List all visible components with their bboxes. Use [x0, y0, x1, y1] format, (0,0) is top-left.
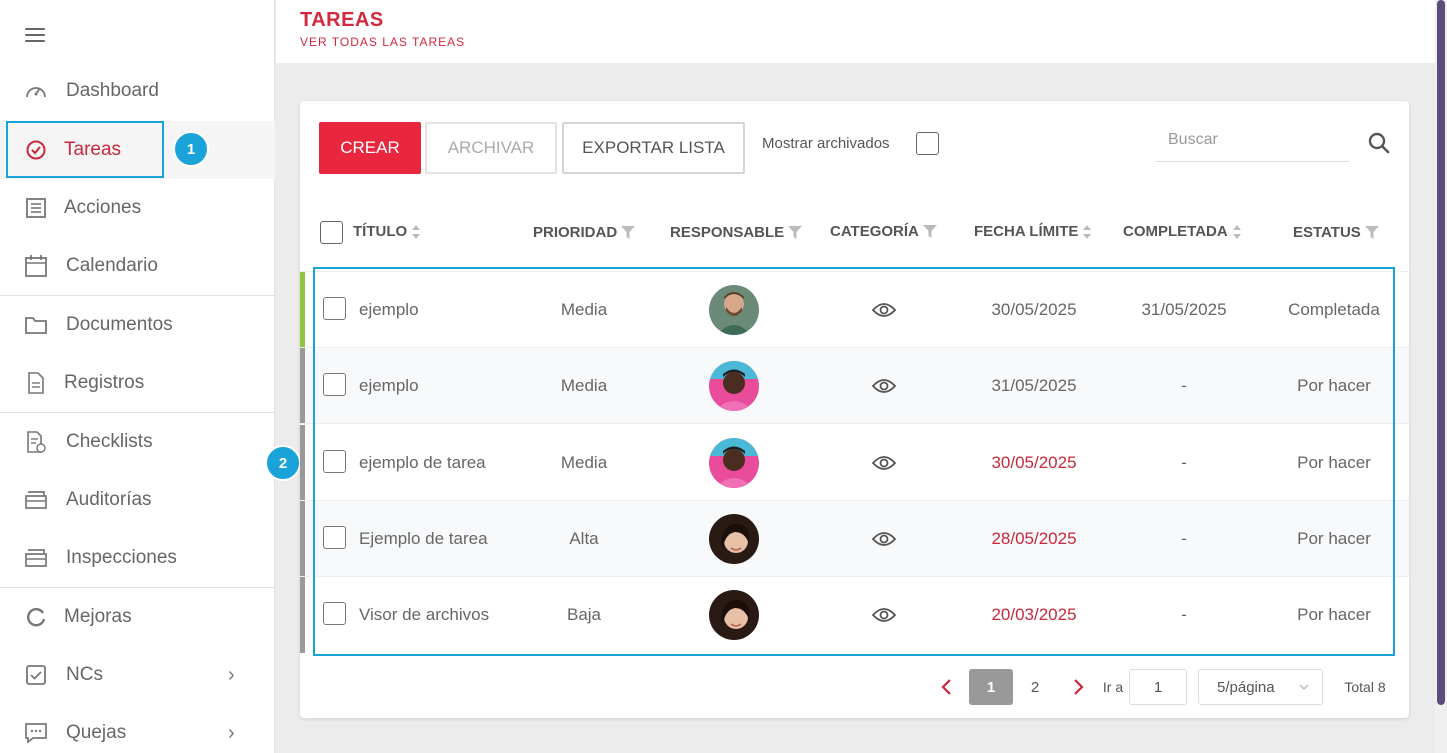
chevron-down-icon	[1299, 684, 1309, 690]
column-header-responsable[interactable]: RESPONSABLE	[670, 224, 803, 241]
status-bar	[300, 348, 305, 424]
sort-icon	[412, 224, 421, 239]
sidebar-item-acciones[interactable]: Acciones	[0, 179, 275, 237]
status-bar	[300, 501, 305, 577]
column-header-completada[interactable]: COMPLETADA	[1123, 223, 1242, 240]
sidebar-item-mejoras[interactable]: Mejoras	[0, 588, 275, 646]
scrollbar[interactable]	[1435, 0, 1447, 753]
sidebar-item-ncs[interactable]: NCs ›	[0, 646, 275, 704]
column-label: CATEGORÍA	[830, 223, 919, 240]
crear-button[interactable]: CREAR	[319, 122, 421, 174]
page-title: TAREAS	[300, 9, 384, 31]
sidebar: Dashboard Tareas Acciones Calendario Doc…	[0, 0, 275, 753]
column-header-estatus[interactable]: ESTATUS	[1293, 224, 1379, 241]
page-size-value: 5/página	[1217, 678, 1275, 696]
checklist-icon	[24, 430, 48, 454]
hamburger-icon[interactable]	[25, 28, 45, 44]
column-header-fecha-limite[interactable]: FECHA LÍMITE	[974, 223, 1092, 240]
file-icon	[24, 371, 48, 395]
column-label: TÍTULO	[353, 223, 408, 240]
sidebar-item-auditorias[interactable]: Auditorías	[0, 471, 275, 529]
column-label: FECHA LÍMITE	[974, 223, 1079, 240]
column-label: PRIORIDAD	[533, 224, 618, 241]
sidebar-item-label: NCs	[66, 664, 103, 685]
callout-highlight-table-rows	[313, 267, 1395, 656]
search-input[interactable]	[1156, 121, 1336, 149]
refresh-icon	[24, 605, 48, 629]
sidebar-item-registros[interactable]: Registros	[0, 354, 275, 412]
sidebar-item-documentos[interactable]: Documentos	[0, 296, 275, 354]
exportar-lista-button[interactable]: EXPORTAR LISTA	[562, 122, 745, 174]
column-header-prioridad[interactable]: PRIORIDAD	[533, 224, 636, 241]
mostrar-archivados-label: Mostrar archivados	[762, 135, 890, 152]
status-bar	[300, 272, 305, 348]
folder-icon	[24, 313, 48, 337]
sidebar-item-label: Calendario	[66, 255, 158, 276]
sidebar-item-label: Registros	[64, 372, 145, 393]
page-subtitle-link[interactable]: VER TODAS LAS TAREAS	[300, 35, 465, 49]
status-bar	[300, 577, 305, 653]
column-label: RESPONSABLE	[670, 224, 785, 241]
filter-icon	[922, 225, 937, 238]
status-bar	[300, 425, 305, 501]
chevron-right-icon	[1074, 679, 1084, 695]
goto-label: Ir a	[1102, 679, 1124, 695]
search-icon[interactable]	[1368, 132, 1390, 154]
page-size-select[interactable]: 5/página	[1198, 669, 1323, 705]
sidebar-item-label: Quejas	[66, 722, 127, 743]
callout-badge-2: 2	[265, 445, 301, 481]
sidebar-item-label: Acciones	[64, 197, 142, 218]
page-button-1[interactable]: 1	[969, 669, 1013, 705]
box-icon	[24, 546, 48, 570]
calendar-icon	[24, 254, 48, 278]
search-field	[1156, 121, 1349, 162]
select-all-checkbox[interactable]	[320, 221, 343, 244]
column-label: COMPLETADA	[1123, 223, 1228, 240]
sidebar-item-label: Mejoras	[64, 606, 132, 627]
filter-icon	[621, 226, 636, 239]
sort-icon	[1083, 224, 1092, 239]
sidebar-item-label: Documentos	[66, 314, 173, 335]
next-page-button[interactable]	[1069, 669, 1089, 705]
callout-highlight-tareas	[6, 121, 164, 178]
sidebar-item-label: Checklists	[66, 431, 153, 452]
checkbox-icon	[24, 663, 48, 687]
sidebar-item-quejas[interactable]: Quejas ›	[0, 704, 275, 753]
page-button-2[interactable]: 2	[1020, 669, 1050, 705]
goto-page-input[interactable]: 1	[1129, 669, 1187, 705]
callout-badge-1: 1	[173, 131, 209, 167]
column-header-categoria[interactable]: CATEGORÍA	[830, 223, 937, 240]
sidebar-item-dashboard[interactable]: Dashboard	[0, 62, 275, 120]
column-label: ESTATUS	[1293, 224, 1361, 241]
list-icon	[24, 196, 48, 220]
total-count: Total 8	[1344, 679, 1386, 695]
column-header-titulo[interactable]: TÍTULO	[353, 223, 421, 240]
scrollbar-thumb[interactable]	[1437, 0, 1445, 705]
chevron-right-icon: ›	[228, 663, 235, 686]
gauge-icon	[24, 79, 48, 103]
sidebar-item-label: Auditorías	[66, 489, 152, 510]
box-icon	[24, 488, 48, 512]
mostrar-archivados-checkbox[interactable]	[916, 132, 939, 155]
sidebar-item-calendario[interactable]: Calendario	[0, 237, 275, 295]
sidebar-item-inspecciones[interactable]: Inspecciones	[0, 529, 275, 587]
sidebar-item-checklists[interactable]: Checklists	[0, 413, 275, 471]
archivar-button[interactable]: ARCHIVAR	[425, 122, 557, 174]
sidebar-item-label: Inspecciones	[66, 547, 177, 568]
filter-icon	[788, 226, 803, 239]
page-header: TAREAS VER TODAS LAS TAREAS	[276, 0, 1435, 63]
chevron-left-icon	[941, 679, 951, 695]
chevron-right-icon: ›	[228, 721, 235, 744]
chat-icon	[24, 721, 48, 745]
filter-icon	[1364, 226, 1379, 239]
sidebar-item-label: Dashboard	[66, 80, 159, 101]
prev-page-button[interactable]	[936, 669, 956, 705]
sort-icon	[1232, 224, 1241, 239]
